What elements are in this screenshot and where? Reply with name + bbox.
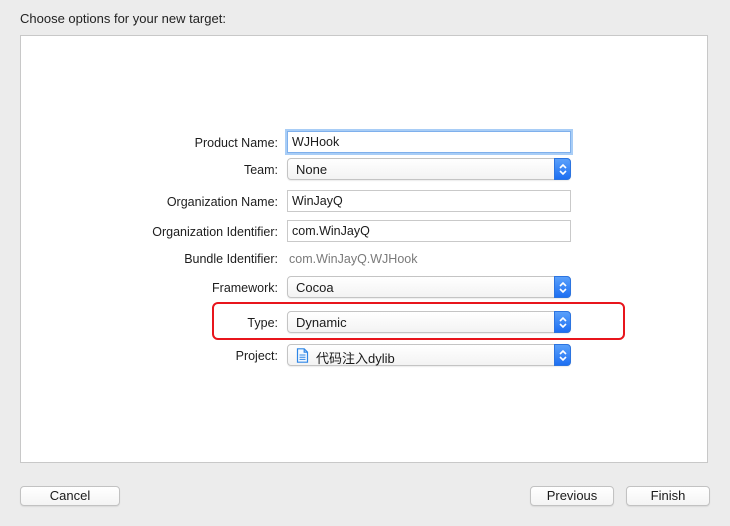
bundle-identifier-value: com.WinJayQ.WJHook xyxy=(289,252,418,266)
organization-name-label: Organization Name: xyxy=(166,195,278,209)
framework-popup[interactable]: Cocoa xyxy=(287,276,571,298)
options-panel xyxy=(20,35,708,463)
dialog-heading: Choose options for your new target: xyxy=(20,11,226,26)
team-popup[interactable]: None xyxy=(287,158,571,180)
framework-label: Framework: xyxy=(212,281,278,295)
team-label: Team: xyxy=(243,163,278,177)
project-popup-value: 代码注入dylib xyxy=(316,351,395,366)
finish-button[interactable]: Finish xyxy=(626,486,710,506)
document-icon xyxy=(296,348,309,363)
framework-popup-value: Cocoa xyxy=(296,280,334,295)
updown-chevron-icon xyxy=(559,163,567,176)
organization-name-field[interactable]: WinJayQ xyxy=(287,190,571,212)
bundle-identifier-label: Bundle Identifier: xyxy=(184,252,278,266)
type-highlight-annotation xyxy=(212,302,625,340)
project-stepper[interactable] xyxy=(554,344,571,366)
product-name-field[interactable]: WJHook xyxy=(287,131,571,153)
project-popup[interactable]: 代码注入dylib xyxy=(287,344,571,366)
team-popup-value: None xyxy=(296,162,328,177)
framework-stepper[interactable] xyxy=(554,276,571,298)
updown-chevron-icon xyxy=(559,281,567,294)
project-label: Project: xyxy=(235,349,278,363)
team-stepper[interactable] xyxy=(554,158,571,180)
organization-identifier-field[interactable]: com.WinJayQ xyxy=(287,220,571,242)
organization-identifier-label: Organization Identifier: xyxy=(152,225,278,239)
previous-button[interactable]: Previous xyxy=(530,486,614,506)
product-name-label: Product Name: xyxy=(194,136,278,150)
updown-chevron-icon xyxy=(559,349,567,362)
cancel-button[interactable]: Cancel xyxy=(20,486,120,506)
